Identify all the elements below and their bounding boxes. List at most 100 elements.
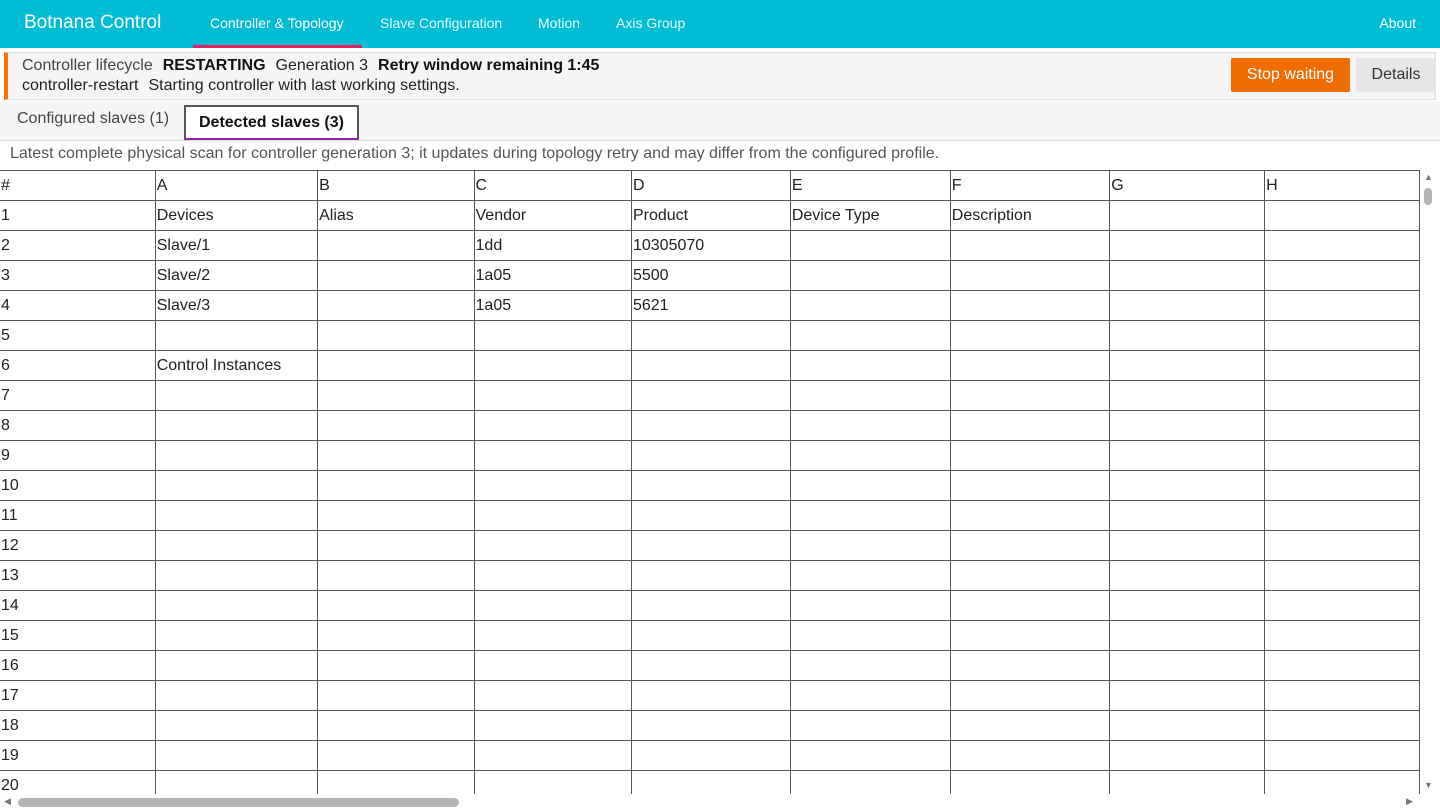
about-link[interactable]: About	[1379, 15, 1416, 31]
grid-cell[interactable]	[950, 620, 1111, 651]
grid-cell[interactable]	[474, 530, 632, 561]
grid-cell[interactable]	[950, 260, 1111, 291]
grid-cell[interactable]	[317, 530, 475, 561]
tab-configured-slaves[interactable]: Configured slaves (1)	[17, 110, 169, 128]
grid-corner-header[interactable]: #	[0, 170, 156, 201]
grid-cell[interactable]	[950, 230, 1111, 261]
grid-cell[interactable]	[1109, 770, 1266, 794]
grid-cell[interactable]	[155, 770, 319, 794]
grid-cell[interactable]	[1264, 680, 1420, 711]
grid-cell[interactable]	[950, 290, 1111, 321]
grid-cell[interactable]	[790, 650, 951, 681]
grid-cell[interactable]	[631, 500, 791, 531]
grid-cell[interactable]	[317, 770, 475, 794]
scroll-up-icon[interactable]: ▲	[1424, 172, 1433, 182]
grid-cell[interactable]	[317, 560, 475, 591]
grid-cell[interactable]	[950, 440, 1111, 471]
grid-cell[interactable]	[1109, 440, 1266, 471]
grid-cell[interactable]	[317, 650, 475, 681]
grid-cell[interactable]	[950, 500, 1111, 531]
grid-cell[interactable]	[474, 320, 632, 351]
grid-cell[interactable]	[317, 290, 475, 321]
grid-cell[interactable]	[631, 710, 791, 741]
grid-cell[interactable]	[1264, 500, 1420, 531]
grid-cell[interactable]	[1264, 590, 1420, 621]
grid-cell[interactable]	[1109, 410, 1266, 441]
grid-cell[interactable]	[1264, 620, 1420, 651]
grid-cell[interactable]	[950, 680, 1111, 711]
grid-cell[interactable]	[631, 350, 791, 381]
grid-cell[interactable]	[474, 590, 632, 621]
grid-cell[interactable]	[155, 590, 319, 621]
grid-cell[interactable]	[1264, 350, 1420, 381]
grid-cell[interactable]	[474, 560, 632, 591]
nav-tab-slave-configuration[interactable]: Slave Configuration	[380, 15, 502, 31]
stop-waiting-button[interactable]: Stop waiting	[1231, 58, 1350, 92]
grid-cell[interactable]	[155, 620, 319, 651]
grid-cell[interactable]	[1264, 530, 1420, 561]
grid-cell[interactable]	[317, 230, 475, 261]
grid-cell[interactable]	[1264, 380, 1420, 411]
grid-cell[interactable]: Slave/1	[155, 230, 319, 261]
grid-cell[interactable]	[317, 260, 475, 291]
scroll-down-icon[interactable]: ▼	[1424, 780, 1433, 790]
horizontal-scroll-thumb[interactable]	[18, 798, 459, 807]
grid-cell[interactable]: Description	[950, 200, 1111, 231]
grid-table[interactable]: # A B C D E F G H 1 Devices Alias Vendor Product Devic…	[0, 170, 1420, 794]
grid-cell[interactable]	[631, 650, 791, 681]
grid-cell[interactable]: Slave/3	[155, 290, 319, 321]
column-header[interactable]: F	[950, 170, 1111, 201]
grid-cell[interactable]	[1264, 290, 1420, 321]
grid-cell[interactable]: Vendor	[474, 200, 632, 231]
grid-cell[interactable]	[950, 560, 1111, 591]
grid-cell[interactable]	[631, 740, 791, 771]
grid-cell[interactable]: 5621	[631, 290, 791, 321]
grid-cell[interactable]	[1109, 620, 1266, 651]
grid-cell[interactable]	[1264, 320, 1420, 351]
grid-cell[interactable]	[155, 560, 319, 591]
grid-cell[interactable]	[950, 590, 1111, 621]
grid-cell[interactable]	[1109, 710, 1266, 741]
grid-cell[interactable]: Slave/2	[155, 260, 319, 291]
grid-cell[interactable]	[155, 380, 319, 411]
grid-cell[interactable]	[317, 320, 475, 351]
vertical-scrollbar[interactable]: ▲ ▼	[1420, 170, 1440, 794]
grid-cell[interactable]	[790, 560, 951, 591]
grid-cell[interactable]	[1264, 200, 1420, 231]
grid-cell[interactable]	[317, 680, 475, 711]
detected-slaves-grid[interactable]: # A B C D E F G H 1 Devices Alias Vendor Product Devic…	[0, 170, 1420, 794]
grid-cell[interactable]	[631, 410, 791, 441]
grid-cell[interactable]	[317, 350, 475, 381]
grid-cell[interactable]	[790, 710, 951, 741]
horizontal-scrollbar[interactable]: ◀ ▶	[0, 794, 1440, 810]
grid-cell[interactable]	[631, 560, 791, 591]
grid-cell[interactable]	[1109, 530, 1266, 561]
grid-cell[interactable]: Device Type	[790, 200, 951, 231]
grid-cell[interactable]	[1264, 770, 1420, 794]
column-header[interactable]: C	[474, 170, 632, 201]
grid-cell[interactable]	[474, 740, 632, 771]
grid-cell[interactable]	[1264, 470, 1420, 501]
column-header[interactable]: B	[317, 170, 475, 201]
grid-cell[interactable]	[317, 740, 475, 771]
grid-cell[interactable]: Product	[631, 200, 791, 231]
grid-cell[interactable]	[790, 410, 951, 441]
grid-cell[interactable]	[1264, 230, 1420, 261]
nav-tab-controller-topology[interactable]: Controller & Topology	[210, 15, 344, 31]
grid-cell[interactable]	[1264, 440, 1420, 471]
grid-cell[interactable]	[631, 620, 791, 651]
column-header[interactable]: E	[790, 170, 951, 201]
grid-cell[interactable]	[155, 470, 319, 501]
grid-cell[interactable]	[317, 590, 475, 621]
grid-cell[interactable]	[1109, 590, 1266, 621]
grid-cell[interactable]	[950, 350, 1111, 381]
grid-cell[interactable]	[1109, 290, 1266, 321]
grid-cell[interactable]	[1109, 230, 1266, 261]
grid-cell[interactable]	[631, 680, 791, 711]
grid-cell[interactable]	[790, 680, 951, 711]
grid-cell[interactable]: 1a05	[474, 260, 632, 291]
tab-detected-slaves[interactable]: Detected slaves (3)	[184, 105, 359, 140]
grid-cell[interactable]	[1264, 650, 1420, 681]
grid-cell[interactable]	[317, 710, 475, 741]
grid-cell[interactable]	[1109, 200, 1266, 231]
